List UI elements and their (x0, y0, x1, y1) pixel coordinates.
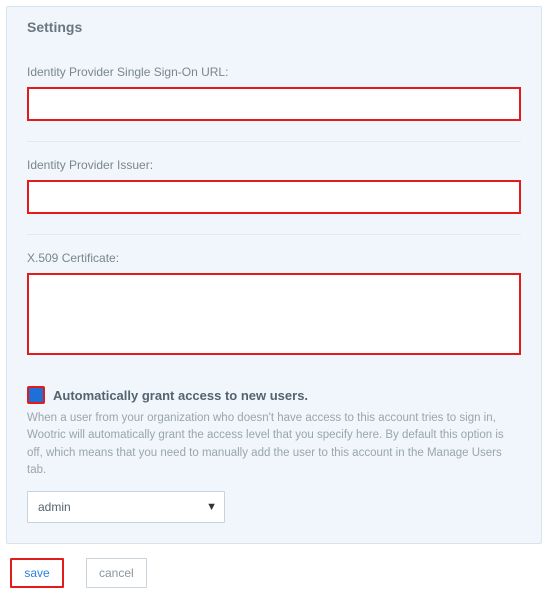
auto-grant-row: Automatically grant access to new users. (27, 386, 521, 404)
cancel-button[interactable]: cancel (86, 558, 147, 588)
sso-url-label: Identity Provider Single Sign-On URL: (27, 65, 521, 79)
panel-title: Settings (27, 7, 521, 49)
save-button[interactable]: save (10, 558, 64, 588)
button-row: save cancel (6, 558, 542, 588)
divider (27, 141, 521, 142)
access-level-select-wrap: admin ▼ (27, 491, 225, 523)
access-level-select[interactable]: admin (27, 491, 225, 523)
cert-label: X.509 Certificate: (27, 251, 521, 265)
auto-grant-help: When a user from your organization who d… (27, 410, 521, 479)
issuer-input[interactable] (27, 180, 521, 214)
divider (27, 234, 521, 235)
settings-panel: Settings Identity Provider Single Sign-O… (6, 6, 542, 544)
auto-grant-label: Automatically grant access to new users. (53, 388, 308, 403)
cert-textarea[interactable] (27, 273, 521, 355)
sso-url-input[interactable] (27, 87, 521, 121)
issuer-label: Identity Provider Issuer: (27, 158, 521, 172)
auto-grant-checkbox[interactable] (27, 386, 45, 404)
